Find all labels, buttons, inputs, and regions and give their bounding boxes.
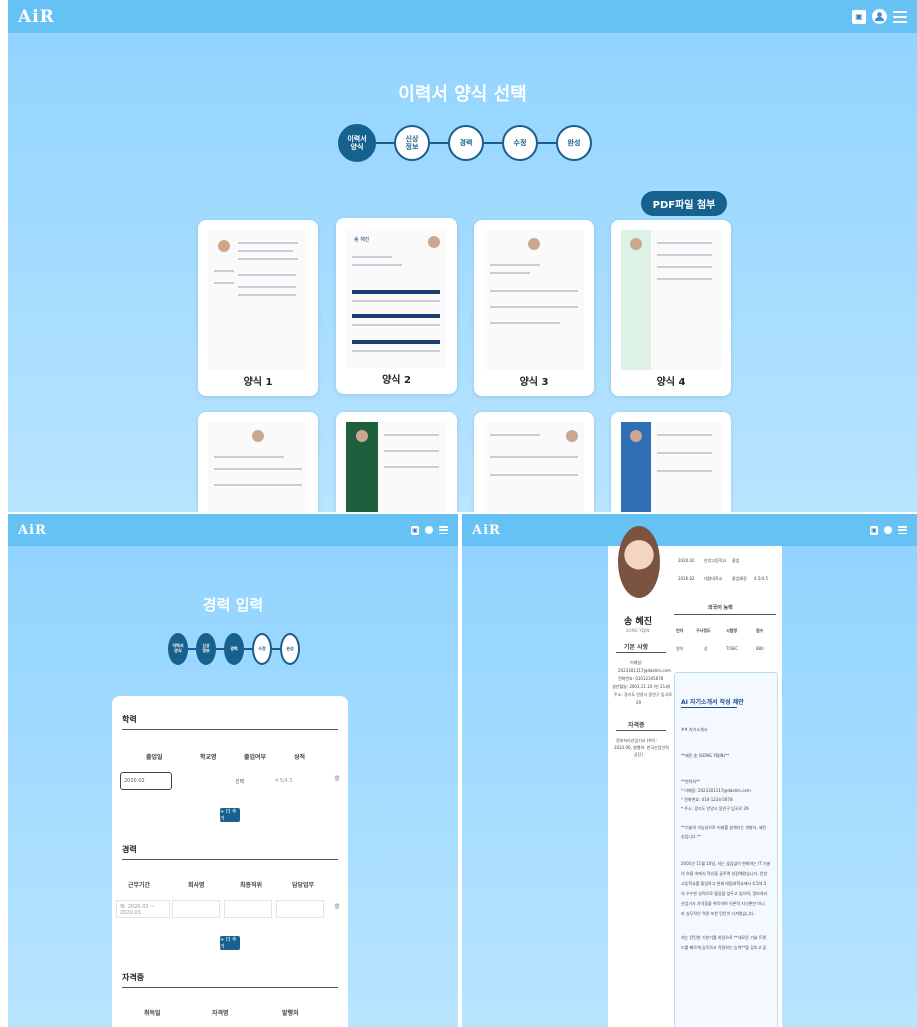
id-card-icon[interactable]: ▣	[411, 525, 419, 535]
app-logo[interactable]: AiR	[18, 523, 47, 538]
menu-icon[interactable]	[898, 526, 907, 534]
step-career[interactable]: 경력	[448, 125, 484, 161]
graduation-status-select[interactable]: 선택	[232, 772, 268, 790]
career-step-indicator: 이력서 양식 신상 정보 경력 수정 완성	[168, 633, 300, 665]
final-position-input[interactable]	[224, 900, 272, 918]
certificate-header: 자격증	[122, 972, 338, 988]
career-input-panel: AiR ▣ 경력 입력 이력서 양식 신상 정보 경력 수정 완성 학력 졸업일 학…	[8, 514, 458, 1027]
user-icon[interactable]	[884, 526, 892, 534]
add-experience-button[interactable]: + 더 추가	[220, 936, 240, 950]
experience-header: 경력	[122, 844, 338, 860]
template-card-7[interactable]	[474, 412, 594, 512]
work-period-input[interactable]: 예: 2020.02 ~ 2020.03	[116, 900, 170, 918]
top-navbar: AiR ▣	[8, 0, 917, 33]
grade-input[interactable]: 4.5/4.5	[272, 772, 324, 790]
ai-cover-letter-title: AI 자기소개서 작성 제안	[681, 699, 744, 706]
template-card-2[interactable]: 송 혜진 양식 2	[336, 218, 457, 394]
template-card-3[interactable]: 양식 3	[474, 220, 594, 396]
edit-navbar: AiR ▣	[462, 514, 917, 546]
template-card-1[interactable]: 양식 1	[198, 220, 318, 396]
step-template[interactable]: 이력서 양식	[168, 633, 188, 665]
user-icon[interactable]	[425, 526, 433, 534]
career-navbar: AiR ▣	[8, 514, 458, 546]
step-indicator: 이력서 양식 신상 정보 경력 수정 완성	[338, 124, 592, 162]
step-complete[interactable]: 완성	[280, 633, 300, 665]
step-personal-info[interactable]: 신상 정보	[196, 633, 216, 665]
menu-icon[interactable]	[439, 526, 448, 534]
resume-preview: 송 혜진 SONG YEJIN 기본 사항 이메일: 2023301117@da…	[608, 526, 782, 1027]
template-label-4: 양식 4	[656, 377, 686, 388]
career-title: 경력 입력	[202, 596, 264, 614]
user-icon[interactable]	[872, 9, 887, 24]
page-title: 이력서 양식 선택	[398, 84, 527, 105]
graduation-date-input[interactable]: 2020.02	[120, 772, 172, 790]
company-name-input[interactable]	[172, 900, 220, 918]
resume-edit-panel: AiR ▣ 송 혜진 SONG YEJIN 기본 사항 이메일: 2023301…	[462, 514, 917, 1027]
profile-photo	[618, 526, 660, 598]
trash-icon[interactable]: 🗑	[334, 776, 340, 782]
step-edit[interactable]: 수정	[252, 633, 272, 665]
education-header: 학력	[122, 714, 338, 730]
template-card-4[interactable]: 양식 4	[611, 220, 731, 396]
menu-icon[interactable]	[893, 10, 907, 23]
step-career[interactable]: 경력	[224, 633, 244, 665]
pdf-attach-button[interactable]: PDF파일 첨부	[641, 191, 727, 216]
template-card-8[interactable]	[611, 412, 731, 512]
step-personal-info[interactable]: 신상 정보	[394, 125, 430, 161]
career-form: 학력 졸업일 학교명 졸업여부 성적 2020.02 선택 4.5/4.5 🗑 …	[112, 696, 348, 1027]
id-card-icon[interactable]: ▣	[852, 9, 866, 24]
app-logo[interactable]: AiR	[472, 523, 501, 538]
template-select-panel: AiR ▣ 이력서 양식 선택 이력서 양식 신상 정보 경력 수정 완성 PDF파…	[8, 0, 917, 512]
step-edit[interactable]: 수정	[502, 125, 538, 161]
add-education-button[interactable]: + 더 추가	[220, 808, 240, 822]
duty-input[interactable]	[276, 900, 324, 918]
ai-cover-letter-box: AI 자기소개서 작성 제안 ## 자기소개서 **혜진 송 (SONG YEJ…	[674, 672, 778, 1027]
template-card-5[interactable]	[198, 412, 318, 512]
id-card-icon[interactable]: ▣	[870, 525, 878, 535]
step-complete[interactable]: 완성	[556, 125, 592, 161]
trash-icon[interactable]: 🗑	[334, 904, 340, 910]
school-name-input[interactable]	[176, 772, 228, 790]
profile-name: 송 혜진	[624, 617, 652, 627]
step-template[interactable]: 이력서 양식	[338, 124, 376, 162]
app-logo[interactable]: AiR	[18, 7, 55, 27]
template-card-6[interactable]	[336, 412, 457, 512]
template-label-2: 양식 2	[382, 375, 411, 386]
template-label-3: 양식 3	[519, 377, 549, 388]
template-2-name: 송 혜진	[354, 237, 370, 243]
top-icons: ▣	[852, 9, 907, 24]
template-label-1: 양식 1	[243, 377, 273, 388]
